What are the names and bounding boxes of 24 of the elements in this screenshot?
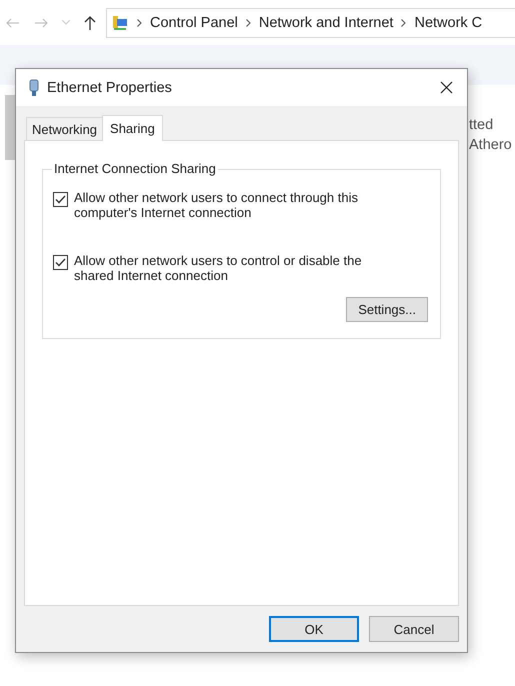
connection-detail: tted [469, 117, 494, 133]
close-icon[interactable] [440, 81, 453, 94]
chevron-right-icon [246, 18, 251, 26]
checkbox-label: Allow other network users to connect through this computer's Internet connection [74, 190, 359, 220]
up-arrow-icon[interactable] [84, 16, 96, 30]
settings-button[interactable]: Settings... [346, 297, 428, 322]
dialog-button[interactable]: Cancel [369, 616, 459, 642]
ethernet-icon [29, 78, 39, 96]
breadcrumb[interactable]: Network C [414, 14, 482, 30]
group-title: Internet Connection Sharing [52, 161, 218, 176]
checkbox[interactable] [53, 255, 68, 270]
control-panel-icon [111, 14, 129, 32]
tab[interactable]: Sharing [102, 115, 163, 141]
checkbox[interactable] [53, 192, 68, 207]
tab[interactable]: Networking [26, 117, 104, 140]
connection-detail: Athero [469, 137, 513, 153]
chevron-right-icon [401, 18, 406, 26]
breadcrumb[interactable]: Network and Internet [258, 14, 394, 30]
breadcrumb[interactable]: Control Panel [150, 14, 238, 30]
dialog-button[interactable]: OK [269, 616, 359, 642]
checkbox-label: Allow other network users to control or disable the shared Internet connection [74, 253, 363, 283]
chevron-right-icon [137, 18, 142, 26]
address-bar[interactable]: Control Panel Network and Internet Network C [106, 8, 515, 38]
window-title: Ethernet Properties [47, 80, 173, 96]
